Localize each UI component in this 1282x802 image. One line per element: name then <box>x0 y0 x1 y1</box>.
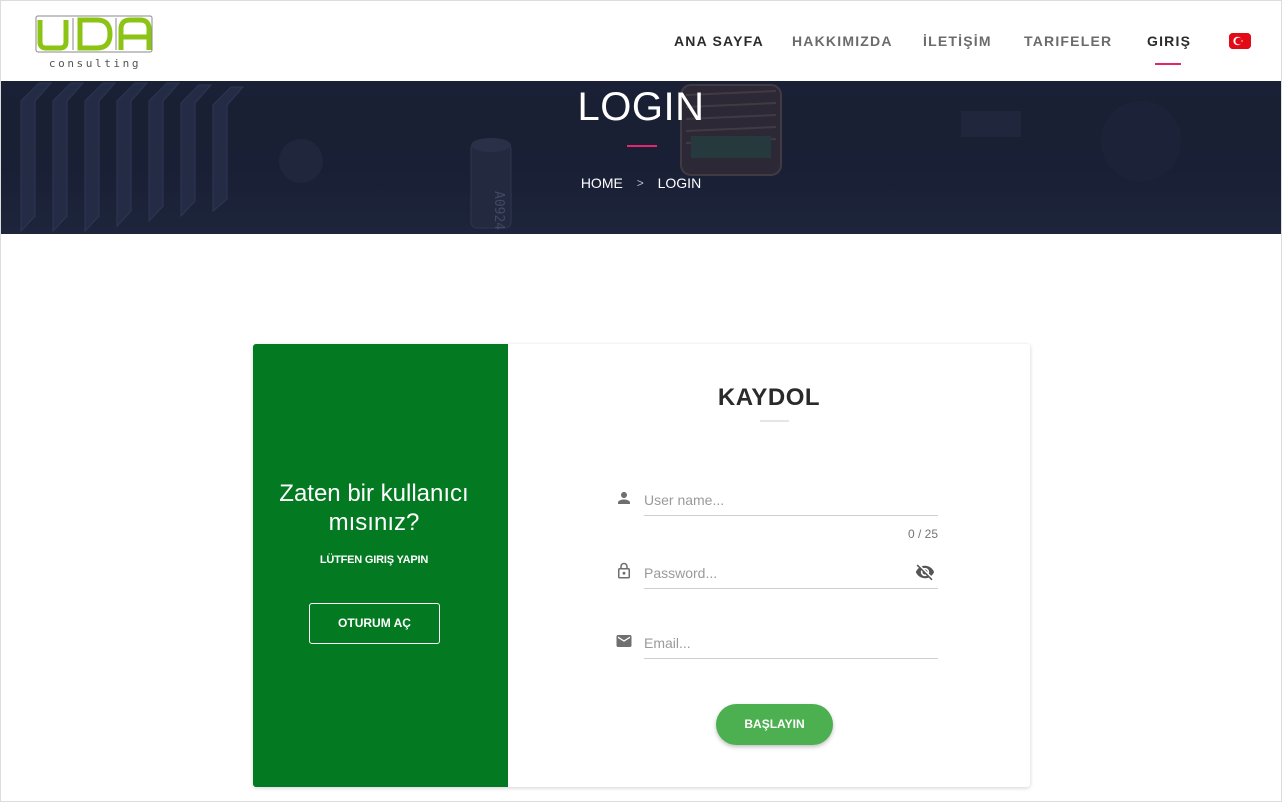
auth-card: Zaten bir kullanıcı mısınız? LÜTFEN GIRI… <box>253 344 1030 787</box>
existing-user-panel: Zaten bir kullanıcı mısınız? LÜTFEN GIRI… <box>253 344 508 787</box>
title-underline <box>627 145 657 147</box>
person-icon <box>615 489 633 507</box>
site-header: consulting ANA SAYFA HAKKIMIZDA İLETİŞİM… <box>1 1 1281 81</box>
oturum-ac-button[interactable]: OTURUM AÇ <box>309 603 440 644</box>
nav-tarifeler[interactable]: TARIFELER <box>1024 33 1112 49</box>
nav-iletisim[interactable]: İLETİŞİM <box>923 33 992 49</box>
hero-banner: A0924 LOGIN HOME > LOGIN <box>1 81 1281 234</box>
username-char-counter: 0 / 25 <box>907 527 938 541</box>
breadcrumb-separator: > <box>636 176 644 191</box>
email-field <box>644 627 938 659</box>
email-input[interactable] <box>644 633 904 653</box>
baslayin-button[interactable]: BAŞLAYIN <box>716 704 833 745</box>
nav-giris[interactable]: GIRIŞ <box>1147 33 1191 49</box>
nav-hakkimizda[interactable]: HAKKIMIZDA <box>792 33 893 49</box>
breadcrumb-current: LOGIN <box>657 175 702 192</box>
uda-logo[interactable]: consulting <box>35 15 155 71</box>
existing-user-heading: Zaten bir kullanıcı mısınız? <box>279 480 469 536</box>
register-title-underline <box>760 420 789 422</box>
password-input[interactable] <box>644 563 904 583</box>
lock-icon <box>615 562 633 580</box>
register-title: KAYDOL <box>717 384 821 411</box>
username-input[interactable] <box>644 490 904 510</box>
page-title: LOGIN <box>577 85 705 129</box>
breadcrumb-home[interactable]: HOME <box>581 175 623 191</box>
nav-active-indicator <box>1155 63 1181 65</box>
eye-off-icon[interactable] <box>915 562 935 582</box>
username-field <box>644 484 938 516</box>
nav-ana-sayfa[interactable]: ANA SAYFA <box>674 33 764 49</box>
turkey-flag-icon[interactable] <box>1229 33 1251 49</box>
logo-tagline: consulting <box>49 57 141 70</box>
password-field <box>644 557 938 589</box>
breadcrumb: HOME > LOGIN <box>1 174 1281 191</box>
please-login-text: LÜTFEN GIRIŞ YAPIN <box>319 554 429 566</box>
mail-icon <box>615 632 633 650</box>
